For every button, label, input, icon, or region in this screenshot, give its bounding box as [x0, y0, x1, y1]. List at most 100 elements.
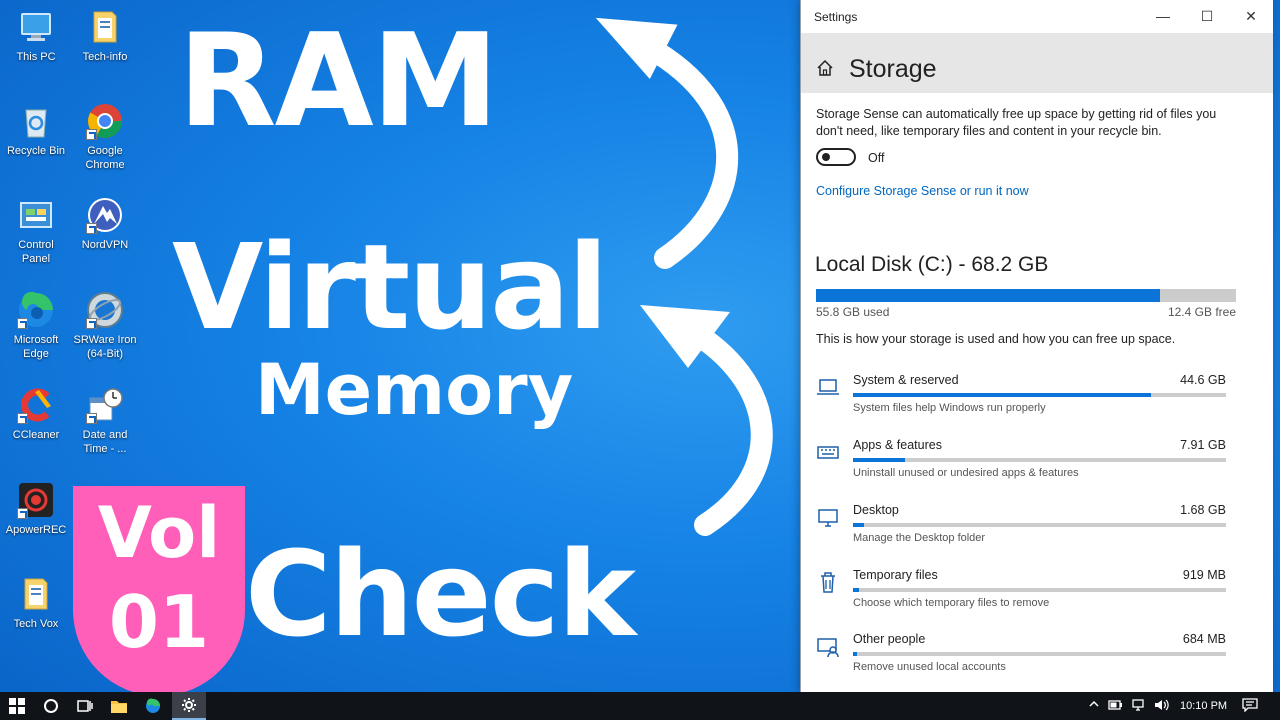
- desktop-icon-label: Tech Vox: [13, 618, 59, 630]
- category-description: System files help Windows run properly: [853, 402, 1046, 414]
- category-size: 684 MB: [1182, 632, 1226, 646]
- category-name: System & reserved: [853, 373, 959, 387]
- category-size: 7.91 GB: [1180, 438, 1226, 452]
- category-size: 44.6 GB: [1180, 373, 1226, 387]
- desktop-icon-control-panel[interactable]: Control Panel: [4, 196, 68, 266]
- overlay-ram: RAM: [178, 7, 499, 156]
- desktop-icon-edge[interactable]: Microsoft Edge: [4, 291, 68, 361]
- disk-usage-fill: [816, 289, 1160, 302]
- vol-label: Vol: [97, 492, 221, 574]
- disk-title: Local Disk (C:) - 68.2 GB: [815, 253, 1049, 276]
- ccleaner-icon: [17, 386, 55, 424]
- settings-window: Settings — ☐ ✕ Storage Storage Sense can…: [800, 0, 1273, 692]
- desktop-icon-label: CCleaner: [12, 429, 60, 441]
- overlay-memory: Memory: [255, 349, 574, 431]
- category-bar-fill: [853, 652, 858, 656]
- category-description: Remove unused local accounts: [853, 661, 1006, 673]
- vol-badge: Vol 01: [73, 486, 245, 696]
- storage-sense-toggle[interactable]: [816, 148, 856, 166]
- minimize-button[interactable]: —: [1141, 0, 1185, 33]
- desktop-icon-tech-info[interactable]: Tech-info: [73, 8, 137, 64]
- desktop-icon-chrome[interactable]: Google Chrome: [73, 102, 137, 172]
- category-name: Temporary files: [853, 568, 938, 582]
- desktop-icon-label: Microsoft Edge: [13, 334, 59, 360]
- apowerrec-icon: [17, 481, 55, 519]
- page-header: Storage: [801, 33, 1273, 93]
- power-icon[interactable]: [1108, 698, 1124, 715]
- edge-icon: [17, 291, 55, 329]
- category-temporary-files[interactable]: Temporary files 919 MB Choose which temp…: [801, 564, 1273, 624]
- disk-usage-bar: [816, 289, 1236, 302]
- configure-storage-sense-link[interactable]: Configure Storage Sense or run it now: [816, 184, 1029, 198]
- title-bar[interactable]: Settings — ☐ ✕: [801, 0, 1273, 33]
- category-desktop[interactable]: Desktop 1.68 GB Manage the Desktop folde…: [801, 499, 1273, 559]
- home-icon[interactable]: [816, 59, 834, 82]
- category-bar-fill: [853, 588, 859, 592]
- laptop-icon: [816, 375, 840, 399]
- category-other-people[interactable]: Other people 684 MB Remove unused local …: [801, 628, 1273, 688]
- notification-icon[interactable]: [1242, 698, 1258, 715]
- folder-icon: [111, 701, 127, 713]
- page-title: Storage: [849, 55, 937, 83]
- monitor-icon: [816, 505, 840, 529]
- desktop-icon-label: ApowerREC: [5, 524, 67, 536]
- edge-taskbar-button[interactable]: [136, 692, 170, 720]
- search-button[interactable]: [34, 692, 68, 720]
- volume-icon[interactable]: [1154, 698, 1170, 715]
- vol-number: 01: [108, 580, 210, 664]
- desktop-icon-label: Google Chrome: [85, 145, 125, 171]
- storage-content: Storage Sense can automatically free up …: [801, 93, 1273, 692]
- nordvpn-icon: [86, 196, 124, 234]
- category-bar-fill: [853, 523, 865, 527]
- category-name: Desktop: [853, 503, 899, 517]
- category-name: Other people: [853, 632, 926, 646]
- maximize-button[interactable]: ☐: [1185, 0, 1229, 33]
- desktop-icon-label: This PC: [16, 51, 56, 63]
- desktop-icon-date-time[interactable]: Date and Time - ...: [73, 386, 137, 456]
- category-apps-features[interactable]: Apps & features 7.91 GB Uninstall unused…: [801, 434, 1273, 494]
- category-bar: [853, 393, 1226, 397]
- people-icon: [816, 634, 840, 658]
- chevron-up-icon[interactable]: [1088, 698, 1100, 713]
- desktop-icon-label: Date and Time - ...: [82, 429, 128, 455]
- desktop-icon-apowerrec[interactable]: ApowerREC: [4, 481, 68, 537]
- task-view-button[interactable]: [68, 692, 102, 720]
- cortana-icon: [44, 699, 58, 713]
- category-bar-fill: [853, 458, 906, 462]
- category-bar-fill: [853, 393, 1152, 397]
- windows-icon: [9, 698, 25, 714]
- category-system-reserved[interactable]: System & reserved 44.6 GB System files h…: [801, 369, 1273, 429]
- desktop-icon-ccleaner[interactable]: CCleaner: [4, 386, 68, 442]
- close-button[interactable]: ✕: [1229, 0, 1273, 33]
- desktop-icon-recycle-bin[interactable]: Recycle Bin: [4, 102, 68, 158]
- disk-used-label: 55.8 GB used: [816, 305, 890, 319]
- taskbar: 10:10 PM: [0, 692, 1280, 720]
- desktop-icon-label: Recycle Bin: [6, 145, 66, 157]
- category-description: Choose which temporary files to remove: [853, 597, 1050, 609]
- arrow-graphic: [595, 17, 773, 536]
- window-title: Settings: [814, 10, 858, 24]
- network-icon[interactable]: [1132, 698, 1148, 715]
- desktop-icon-this-pc[interactable]: This PC: [4, 8, 68, 64]
- category-name: Apps & features: [853, 438, 942, 452]
- this-pc-icon: [17, 8, 55, 46]
- storage-sense-description: Storage Sense can automatically free up …: [816, 107, 1217, 138]
- date-time-icon: [86, 386, 124, 424]
- desktop-icon-label: Control Panel: [18, 239, 54, 265]
- desktop-icon-label: Tech-info: [82, 51, 128, 63]
- settings-taskbar-button[interactable]: [172, 692, 206, 720]
- category-bar: [853, 652, 1226, 656]
- file-explorer-button[interactable]: [102, 692, 136, 720]
- task-view-icon: [77, 700, 93, 712]
- category-description: Manage the Desktop folder: [853, 532, 986, 544]
- desktop-icon-srware-iron[interactable]: SRWare Iron (64-Bit): [73, 291, 137, 361]
- srware-iron-icon: [86, 291, 124, 329]
- category-bar: [853, 523, 1226, 527]
- clock[interactable]: 10:10 PM: [1180, 700, 1227, 712]
- control-panel-icon: [17, 196, 55, 234]
- start-button[interactable]: [0, 692, 34, 720]
- folder-icon: [17, 575, 55, 613]
- desktop-icon-nordvpn[interactable]: NordVPN: [73, 196, 137, 252]
- desktop-icon-tech-vox[interactable]: Tech Vox: [4, 575, 68, 631]
- desktop-icon-label: SRWare Iron (64-Bit): [73, 334, 137, 360]
